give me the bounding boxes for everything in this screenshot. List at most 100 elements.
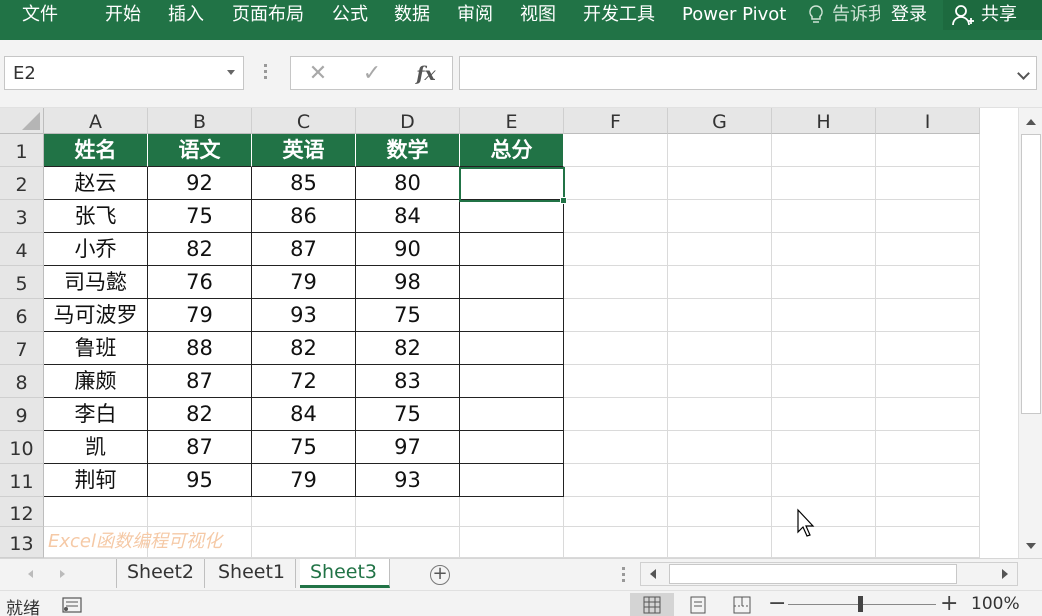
data-cell[interactable] [460, 464, 564, 497]
empty-cell[interactable] [876, 266, 980, 299]
cancel-icon[interactable]: ✕ [305, 61, 331, 87]
data-cell[interactable] [460, 266, 564, 299]
empty-cell[interactable] [668, 134, 772, 167]
empty-cell[interactable] [772, 134, 876, 167]
empty-cell[interactable] [668, 167, 772, 200]
zoom-out-button[interactable]: − [768, 591, 786, 616]
data-cell[interactable]: 87 [148, 365, 252, 398]
formula-input[interactable] [459, 56, 1037, 90]
horizontal-scroll-thumb[interactable] [669, 564, 957, 584]
empty-cell[interactable] [460, 497, 564, 527]
empty-cell[interactable] [876, 464, 980, 497]
empty-cell[interactable] [668, 464, 772, 497]
empty-cell[interactable] [564, 233, 668, 266]
tab-page-layout[interactable]: 页面布局 [232, 0, 304, 30]
row-header[interactable]: 11 [0, 464, 44, 497]
vertical-scrollbar[interactable] [1018, 108, 1042, 558]
share-button[interactable]: 共享 [943, 0, 1042, 30]
data-cell[interactable]: 75 [252, 431, 356, 464]
name-box[interactable] [4, 56, 244, 90]
data-cell[interactable]: 82 [252, 332, 356, 365]
data-cell[interactable]: 92 [148, 167, 252, 200]
vertical-scroll-thumb[interactable] [1021, 134, 1041, 414]
empty-cell[interactable] [252, 497, 356, 527]
data-cell[interactable]: 廉颇 [44, 365, 148, 398]
empty-cell[interactable] [564, 134, 668, 167]
data-cell[interactable]: 84 [356, 200, 460, 233]
empty-cell[interactable] [876, 527, 980, 558]
header-cell[interactable]: 英语 [252, 134, 356, 167]
empty-cell[interactable] [876, 365, 980, 398]
zoom-slider-thumb[interactable] [858, 596, 863, 612]
grip-icon[interactable] [264, 64, 268, 82]
horizontal-scrollbar[interactable] [640, 562, 1018, 586]
column-header[interactable]: E [460, 108, 564, 134]
zoom-in-button[interactable]: + [940, 591, 958, 616]
empty-cell[interactable] [668, 398, 772, 431]
name-box-input[interactable] [13, 63, 213, 83]
login-link[interactable]: 登录 [891, 0, 927, 30]
next-sheet-icon[interactable] [60, 570, 65, 578]
grip-icon[interactable] [622, 567, 626, 583]
empty-cell[interactable] [772, 527, 876, 558]
empty-cell[interactable] [772, 431, 876, 464]
row-header[interactable]: 3 [0, 200, 44, 233]
data-cell[interactable]: 88 [148, 332, 252, 365]
row-header[interactable]: 12 [0, 497, 44, 527]
empty-cell[interactable] [876, 200, 980, 233]
scroll-down-button[interactable] [1019, 534, 1042, 558]
data-cell[interactable]: 司马懿 [44, 266, 148, 299]
empty-cell[interactable] [668, 365, 772, 398]
tab-power-pivot[interactable]: Power Pivot [682, 0, 786, 30]
data-cell[interactable]: 凯 [44, 431, 148, 464]
column-header[interactable]: H [772, 108, 876, 134]
data-cell[interactable]: 79 [148, 299, 252, 332]
scroll-up-button[interactable] [1019, 110, 1042, 134]
data-cell[interactable]: 荆轲 [44, 464, 148, 497]
column-header[interactable]: A [44, 108, 148, 134]
empty-cell[interactable] [564, 167, 668, 200]
empty-cell[interactable] [876, 398, 980, 431]
empty-cell[interactable] [772, 233, 876, 266]
tab-review[interactable]: 审阅 [457, 0, 493, 30]
data-cell[interactable]: 79 [252, 464, 356, 497]
data-cell[interactable]: 98 [356, 266, 460, 299]
empty-cell[interactable] [772, 266, 876, 299]
empty-cell[interactable] [356, 497, 460, 527]
row-header[interactable]: 8 [0, 365, 44, 398]
empty-cell[interactable] [668, 233, 772, 266]
worksheet-grid[interactable]: ABCDEFGHI 1 2 3 4 5 6 7 8 9 10 11 12 13 姓名 语文 英语 数学 总分 赵云… [0, 108, 1018, 558]
empty-cell[interactable] [564, 431, 668, 464]
data-cell[interactable]: 75 [148, 200, 252, 233]
empty-cell[interactable] [876, 134, 980, 167]
data-cell[interactable]: 87 [148, 431, 252, 464]
tab-view[interactable]: 视图 [520, 0, 556, 30]
empty-cell[interactable] [876, 431, 980, 464]
insert-function-icon[interactable]: fx [413, 61, 439, 87]
data-cell[interactable]: 72 [252, 365, 356, 398]
data-cell[interactable] [460, 398, 564, 431]
empty-cell[interactable] [564, 464, 668, 497]
data-cell[interactable]: 83 [356, 365, 460, 398]
tab-formulas[interactable]: 公式 [332, 0, 368, 30]
column-header[interactable]: C [252, 108, 356, 134]
data-cell[interactable]: 85 [252, 167, 356, 200]
row-header[interactable]: 1 [0, 134, 44, 167]
data-cell[interactable]: 李白 [44, 398, 148, 431]
macro-record-icon[interactable] [62, 597, 82, 613]
empty-cell[interactable] [564, 365, 668, 398]
tab-home[interactable]: 开始 [105, 0, 141, 30]
empty-cell[interactable] [564, 266, 668, 299]
empty-cell[interactable] [564, 200, 668, 233]
empty-cell[interactable] [876, 497, 980, 527]
data-cell[interactable]: 75 [356, 398, 460, 431]
empty-cell[interactable] [876, 167, 980, 200]
row-header[interactable]: 5 [0, 266, 44, 299]
data-cell[interactable] [460, 299, 564, 332]
data-cell[interactable] [460, 167, 564, 200]
empty-cell[interactable] [772, 398, 876, 431]
tab-insert[interactable]: 插入 [168, 0, 204, 30]
empty-cell[interactable] [772, 200, 876, 233]
data-cell[interactable]: 小乔 [44, 233, 148, 266]
data-cell[interactable]: 鲁班 [44, 332, 148, 365]
